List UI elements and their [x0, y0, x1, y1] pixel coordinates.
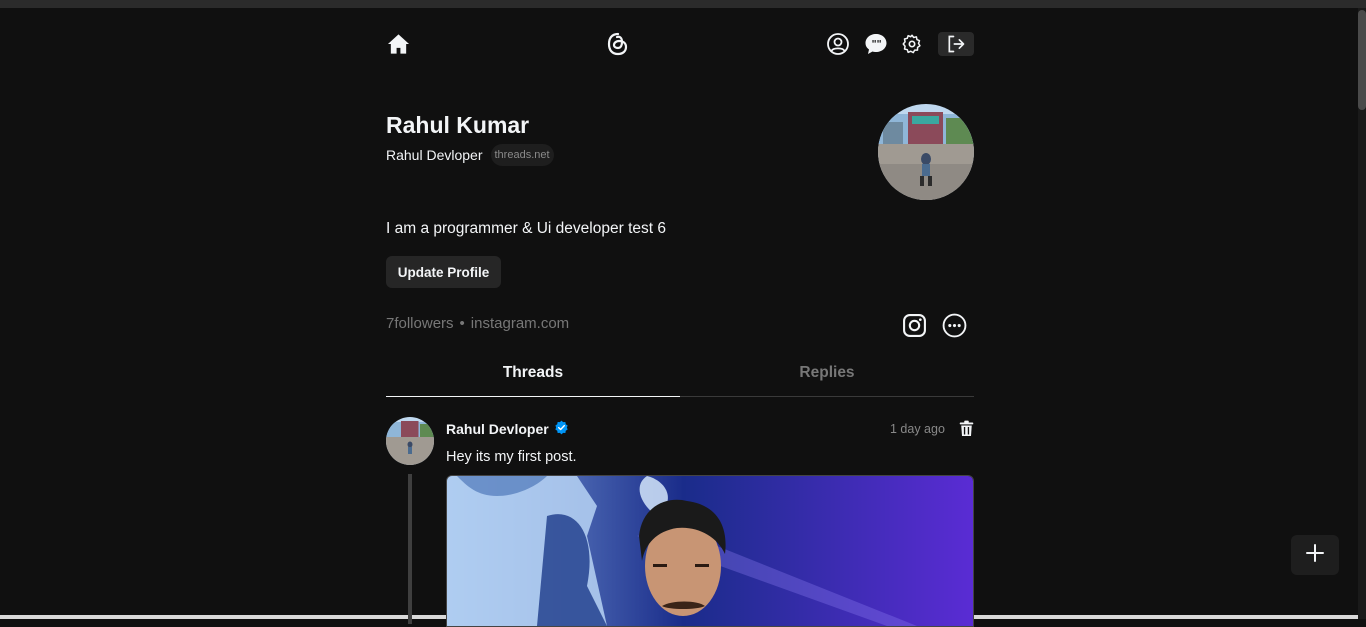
domain-badge: threads.net: [490, 144, 554, 166]
profile-username: Rahul Devloper: [386, 147, 483, 163]
plus-icon: [1306, 543, 1324, 567]
followers-count[interactable]: 7followers: [386, 315, 454, 332]
profile-avatar[interactable]: [878, 104, 974, 200]
tab-threads[interactable]: Threads: [386, 360, 680, 397]
scrollbar-thumb[interactable]: [1358, 10, 1366, 110]
top-nav: " ": [386, 32, 974, 58]
post-author-name[interactable]: Rahul Devloper: [446, 421, 549, 437]
create-post-button[interactable]: [1291, 535, 1339, 575]
tab-replies[interactable]: Replies: [680, 360, 974, 397]
meta-separator: •: [459, 315, 465, 332]
svg-text:": ": [877, 39, 882, 50]
thread-connector-line: [408, 474, 412, 624]
profile-bio: I am a programmer & Ui developer test 6: [386, 220, 666, 237]
profile-link[interactable]: instagram.com: [471, 315, 569, 332]
post-image[interactable]: [446, 475, 974, 627]
threads-logo-icon[interactable]: [606, 32, 630, 56]
chat-icon[interactable]: " ": [864, 32, 888, 56]
window-top-border: [0, 0, 1366, 8]
home-icon[interactable]: [386, 32, 410, 56]
profile-name: Rahul Kumar: [386, 112, 530, 138]
post-text: Hey its my first post.: [446, 449, 577, 465]
post-timestamp: 1 day ago: [890, 422, 945, 436]
update-profile-button[interactable]: Update Profile: [386, 256, 501, 288]
logout-icon[interactable]: [938, 32, 974, 56]
verified-badge-icon: [554, 420, 569, 438]
profile-icon[interactable]: [826, 32, 850, 56]
more-options-icon[interactable]: [941, 312, 967, 338]
profile-meta: 7followers • instagram.com: [386, 315, 569, 332]
profile-tabs: Threads Replies: [386, 360, 974, 397]
instagram-icon[interactable]: [901, 312, 927, 338]
post-author-avatar[interactable]: [386, 417, 434, 465]
post-author-row: Rahul Devloper: [446, 420, 569, 438]
delete-icon[interactable]: [956, 418, 976, 438]
profile-handle-row: Rahul Devloper threads.net: [386, 144, 554, 166]
settings-icon[interactable]: [901, 32, 923, 56]
